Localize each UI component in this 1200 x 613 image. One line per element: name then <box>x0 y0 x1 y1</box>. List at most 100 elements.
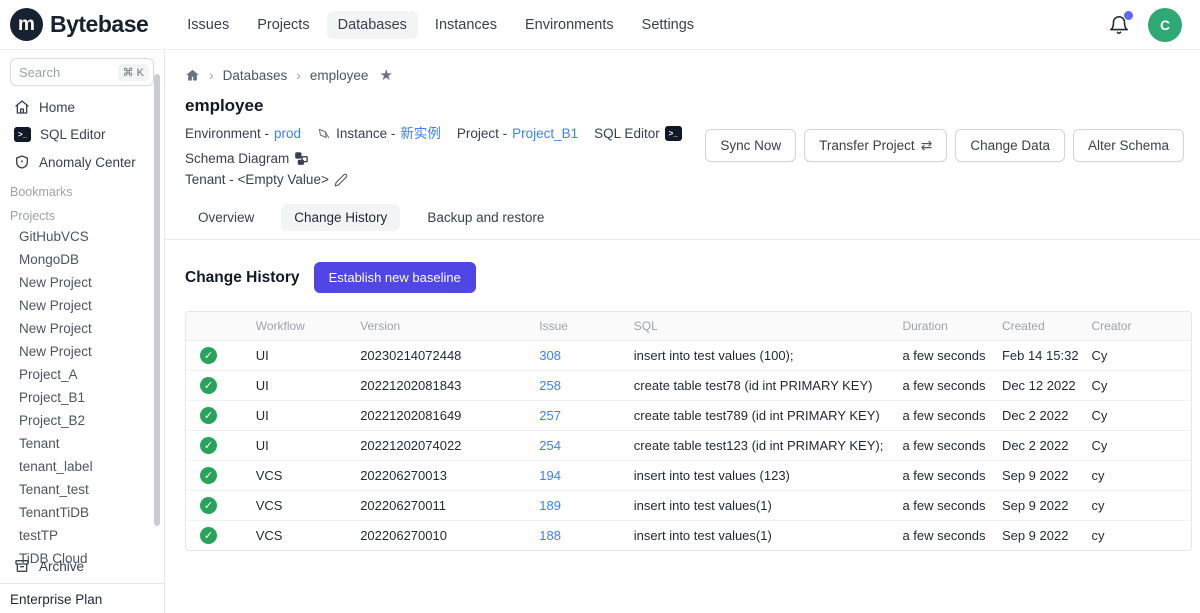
table-row[interactable]: ✓ VCS 202206270013 194 insert into test … <box>186 461 1191 491</box>
table-row[interactable]: ✓ UI 20221202081649 257 create table tes… <box>186 401 1191 431</box>
cell-created: Sep 9 2022 <box>1002 492 1092 519</box>
tab[interactable]: Overview <box>185 204 267 231</box>
cell-version: 20221202074022 <box>360 432 539 459</box>
success-check-icon: ✓ <box>200 527 217 544</box>
transfer-project-button[interactable]: Transfer Project ⇄ <box>804 129 947 162</box>
sidebar-project-item[interactable]: MongoDB <box>0 248 164 271</box>
cell-sql: insert into test values (100); <box>634 342 903 369</box>
issue-link[interactable]: 258 <box>539 378 561 393</box>
cell-version: 20221202081649 <box>360 402 539 429</box>
notification-bell-button[interactable] <box>1108 13 1132 37</box>
table-body: ✓ UI 20230214072448 308 insert into test… <box>186 341 1191 550</box>
sidebar-project-item[interactable]: New Project <box>0 271 164 294</box>
sidebar-item-home[interactable]: Home <box>4 94 160 120</box>
project-link[interactable]: Project_B1 <box>512 123 578 144</box>
issue-link[interactable]: 254 <box>539 438 561 453</box>
pen-nib-icon <box>317 127 331 141</box>
table-row[interactable]: ✓ UI 20221202081843 258 create table tes… <box>186 371 1191 401</box>
sidebar-item-sql-editor[interactable]: >_ SQL Editor <box>4 122 160 147</box>
sync-now-button[interactable]: Sync Now <box>705 129 796 162</box>
table-row[interactable]: ✓ VCS 202206270010 188 insert into test … <box>186 521 1191 550</box>
change-data-button[interactable]: Change Data <box>955 129 1065 162</box>
nav-item[interactable]: Environments <box>514 11 625 39</box>
project-meta: Project - Project_B1 <box>457 123 578 144</box>
database-tabs: Overview Change History Backup and restore <box>165 190 1200 239</box>
environment-label: Environment - <box>185 123 269 144</box>
sidebar-project-item[interactable]: Tenant <box>0 432 164 455</box>
nav-item[interactable]: Databases <box>327 11 418 39</box>
success-check-icon: ✓ <box>200 407 217 424</box>
sql-editor-shortcut[interactable]: SQL Editor >_ <box>594 123 682 144</box>
environment-meta: Environment - prod <box>185 123 301 144</box>
cell-workflow: UI <box>256 342 360 369</box>
issue-link[interactable]: 257 <box>539 408 561 423</box>
sidebar-project-item[interactable]: GitHubVCS <box>0 225 164 248</box>
bytebase-logo[interactable]: m Bytebase <box>10 8 148 41</box>
table-row[interactable]: ✓ UI 20221202074022 254 create table tes… <box>186 431 1191 461</box>
tab[interactable]: Change History <box>281 204 400 231</box>
sidebar: ⌘ K Home >_ SQL Editor Anomaly Center Bo… <box>0 50 165 613</box>
transfer-project-label: Transfer Project <box>819 138 915 153</box>
issue-link[interactable]: 189 <box>539 498 561 513</box>
cell-duration: a few seconds <box>902 522 1002 549</box>
nav-item[interactable]: Settings <box>631 11 705 39</box>
change-history-table: Workflow Version Issue SQL Duration Crea… <box>185 311 1192 551</box>
sidebar-item-anomaly-center[interactable]: Anomaly Center <box>4 149 160 175</box>
page-title: employee <box>165 84 1200 116</box>
sidebar-project-item[interactable]: tenant_label <box>0 455 164 478</box>
success-check-icon: ✓ <box>200 467 217 484</box>
database-meta-line-2: Tenant - <Empty Value> <box>185 169 705 190</box>
sidebar-project-item[interactable]: TenantTiDB <box>0 501 164 524</box>
enterprise-plan-label[interactable]: Enterprise Plan <box>0 584 164 613</box>
column-header-status <box>186 319 256 333</box>
sidebar-project-item[interactable]: New Project <box>0 317 164 340</box>
sidebar-project-item[interactable]: New Project <box>0 340 164 363</box>
alter-schema-button[interactable]: Alter Schema <box>1073 129 1184 162</box>
schema-diagram-shortcut[interactable]: Schema Diagram <box>185 148 309 169</box>
table-row[interactable]: ✓ UI 20230214072448 308 insert into test… <box>186 341 1191 371</box>
home-breadcrumb-icon[interactable] <box>185 68 200 83</box>
establish-baseline-button[interactable]: Establish new baseline <box>314 262 476 293</box>
projects-section-label: Projects <box>0 201 164 225</box>
search-box[interactable]: ⌘ K <box>10 58 154 86</box>
table-row[interactable]: ✓ VCS 202206270011 189 insert into test … <box>186 491 1191 521</box>
nav-item[interactable]: Instances <box>424 11 508 39</box>
sql-editor-label: SQL Editor <box>594 123 660 144</box>
terminal-icon: >_ <box>665 126 682 141</box>
cell-creator: Cy <box>1091 372 1191 399</box>
success-check-icon: ✓ <box>200 347 217 364</box>
sidebar-item-label: SQL Editor <box>40 127 106 142</box>
cell-created: Dec 12 2022 <box>1002 372 1092 399</box>
schema-diagram-label: Schema Diagram <box>185 148 289 169</box>
nav-item[interactable]: Issues <box>176 11 240 39</box>
sidebar-project-item[interactable]: Project_B2 <box>0 409 164 432</box>
sidebar-project-item[interactable]: New Project <box>0 294 164 317</box>
sidebar-item-archive[interactable]: Archive <box>4 553 160 579</box>
cell-workflow: UI <box>256 432 360 459</box>
sidebar-scrollbar[interactable] <box>154 74 160 526</box>
breadcrumb-databases[interactable]: Databases <box>223 68 288 83</box>
sidebar-item-label: Home <box>39 100 75 115</box>
edit-pencil-icon[interactable] <box>334 173 348 187</box>
bookmark-star-icon[interactable]: ★ <box>379 66 392 84</box>
sidebar-project-item[interactable]: Project_B1 <box>0 386 164 409</box>
nav-item[interactable]: Projects <box>246 11 320 39</box>
sidebar-project-item[interactable]: Project_A <box>0 363 164 386</box>
cell-created: Feb 14 15:32 <box>1002 342 1092 369</box>
tab[interactable]: Backup and restore <box>414 204 557 231</box>
user-avatar[interactable]: C <box>1148 8 1182 42</box>
instance-link[interactable]: 新实例 <box>400 123 441 144</box>
search-input[interactable] <box>19 65 118 80</box>
cell-sql: create table test78 (id int PRIMARY KEY) <box>634 372 903 399</box>
bytebase-logo-icon: m <box>10 8 43 41</box>
issue-link[interactable]: 194 <box>539 468 561 483</box>
column-header-creator: Creator <box>1091 312 1191 340</box>
sidebar-project-item[interactable]: Tenant_test <box>0 478 164 501</box>
issue-link[interactable]: 188 <box>539 528 561 543</box>
breadcrumb-current: employee <box>310 68 369 83</box>
sidebar-item-label: Anomaly Center <box>39 155 136 170</box>
main-nav: IssuesProjectsDatabasesInstancesEnvironm… <box>176 11 705 39</box>
sidebar-project-item[interactable]: testTP <box>0 524 164 547</box>
environment-link[interactable]: prod <box>274 123 301 144</box>
issue-link[interactable]: 308 <box>539 348 561 363</box>
